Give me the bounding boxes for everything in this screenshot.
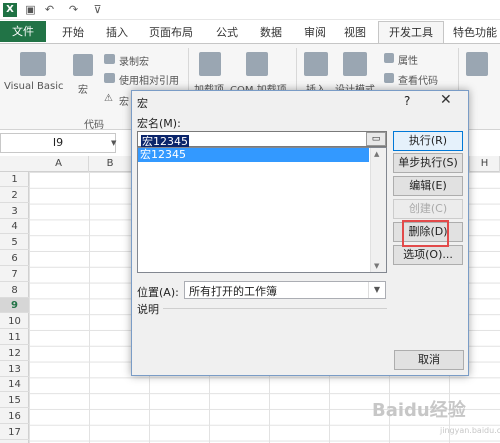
chevron-down-icon[interactable]: ▼ xyxy=(368,282,385,298)
row-header[interactable]: 17 xyxy=(0,425,29,440)
properties-button[interactable]: 属性 xyxy=(398,52,418,67)
addins-icon xyxy=(199,52,221,76)
row-header[interactable]: 7 xyxy=(0,267,29,282)
customize-icon[interactable]: ⊽ xyxy=(91,3,104,16)
record-macro-icon xyxy=(104,54,115,64)
row-header[interactable]: 1 xyxy=(0,172,29,187)
column-header-h[interactable]: H xyxy=(469,156,500,172)
row-header[interactable]: 6 xyxy=(0,251,29,266)
column-header-a[interactable]: A xyxy=(29,156,89,172)
location-select[interactable]: 所有打开的工作簿 xyxy=(184,281,386,299)
row-header[interactable]: 14 xyxy=(0,377,29,393)
row-header[interactable]: 3 xyxy=(0,204,29,219)
tab-home[interactable]: 开始 xyxy=(56,24,90,42)
scroll-up-icon[interactable]: ▲ xyxy=(374,150,379,158)
close-icon[interactable]: ✕ xyxy=(440,92,452,108)
visual-basic-button[interactable]: Visual Basic xyxy=(4,81,64,92)
chevron-down-icon[interactable]: ▼ xyxy=(111,139,116,147)
dialog-title: 宏 xyxy=(137,97,148,110)
list-scrollbar[interactable] xyxy=(370,148,386,272)
location-label: 位置(A): xyxy=(137,286,179,299)
macro-security-button[interactable]: 宏 xyxy=(119,93,129,108)
watermark-logo: Baidu经验 xyxy=(372,400,466,421)
relative-ref-icon xyxy=(104,73,115,83)
row-header[interactable]: 16 xyxy=(0,409,29,424)
create-button[interactable]: 创建(C) xyxy=(393,199,463,219)
edit-button[interactable]: 编辑(E) xyxy=(393,176,463,196)
row-header[interactable]: 15 xyxy=(0,393,29,409)
options-button[interactable]: 选项(O)... xyxy=(393,245,463,265)
macro-name-input[interactable]: 宏12345 xyxy=(137,131,387,148)
tab-data[interactable]: 数据 xyxy=(254,24,288,42)
tab-special[interactable]: 特色功能 xyxy=(450,24,500,42)
tab-file[interactable]: 文件 xyxy=(0,21,46,42)
tab-formulas[interactable]: 公式 xyxy=(210,24,244,42)
macro-name-label: 宏名(M): xyxy=(137,117,181,130)
macro-list[interactable] xyxy=(137,147,387,273)
cancel-button[interactable]: 取消 xyxy=(394,350,464,370)
view-code-icon xyxy=(384,73,394,83)
description-label: 说明 xyxy=(137,303,159,316)
range-picker-icon[interactable]: ▭ xyxy=(366,132,386,146)
warning-icon: ⚠ xyxy=(104,93,113,104)
visual-basic-icon xyxy=(20,52,46,76)
row-header[interactable]: 4 xyxy=(0,219,29,235)
execute-button[interactable]: 执行(R) xyxy=(393,131,463,151)
row-header[interactable]: 8 xyxy=(0,283,29,298)
record-macro-button[interactable]: 录制宏 xyxy=(119,53,149,68)
tab-insert[interactable]: 插入 xyxy=(100,24,134,42)
com-addins-icon xyxy=(246,52,268,76)
macro-button[interactable]: 宏 xyxy=(78,81,88,96)
highlight-box xyxy=(402,220,449,247)
tab-page-layout[interactable]: 页面布局 xyxy=(144,24,198,42)
row-header[interactable]: 13 xyxy=(0,362,29,377)
save-icon[interactable]: ▣ xyxy=(24,3,37,16)
row-header[interactable]: 12 xyxy=(0,346,29,361)
excel-app-icon: X xyxy=(3,3,17,17)
redo-icon[interactable]: ↷ xyxy=(67,3,80,16)
insert-control-icon xyxy=(304,52,328,76)
row-header[interactable]: 10 xyxy=(0,314,29,330)
row-header[interactable]: 11 xyxy=(0,330,29,345)
help-icon[interactable]: ? xyxy=(404,94,410,108)
undo-icon[interactable]: ↶ xyxy=(43,3,56,16)
tab-developer[interactable]: 开发工具 xyxy=(378,21,444,44)
macro-icon xyxy=(73,54,93,76)
tab-view[interactable]: 视图 xyxy=(338,24,372,42)
properties-icon xyxy=(384,53,394,63)
step-into-button[interactable]: 单步执行(S) xyxy=(393,153,463,173)
row-header[interactable]: 9 xyxy=(0,298,29,314)
row-header[interactable]: 5 xyxy=(0,235,29,251)
description-divider xyxy=(163,308,387,309)
group-code-label: 代码 xyxy=(84,120,104,131)
row-header[interactable]: 2 xyxy=(0,188,29,203)
column-header-b[interactable]: B xyxy=(89,156,131,172)
relative-ref-button[interactable]: 使用相对引用 xyxy=(119,72,179,87)
view-code-button[interactable]: 查看代码 xyxy=(398,72,438,87)
design-mode-icon xyxy=(343,52,367,76)
source-icon xyxy=(466,52,488,76)
watermark-url: jingyan.baidu.com xyxy=(440,426,500,435)
list-item[interactable]: 宏12345 xyxy=(138,148,369,162)
scroll-down-icon[interactable]: ▼ xyxy=(374,262,379,270)
name-box[interactable]: I9 xyxy=(0,133,116,153)
tab-review[interactable]: 审阅 xyxy=(298,24,332,42)
